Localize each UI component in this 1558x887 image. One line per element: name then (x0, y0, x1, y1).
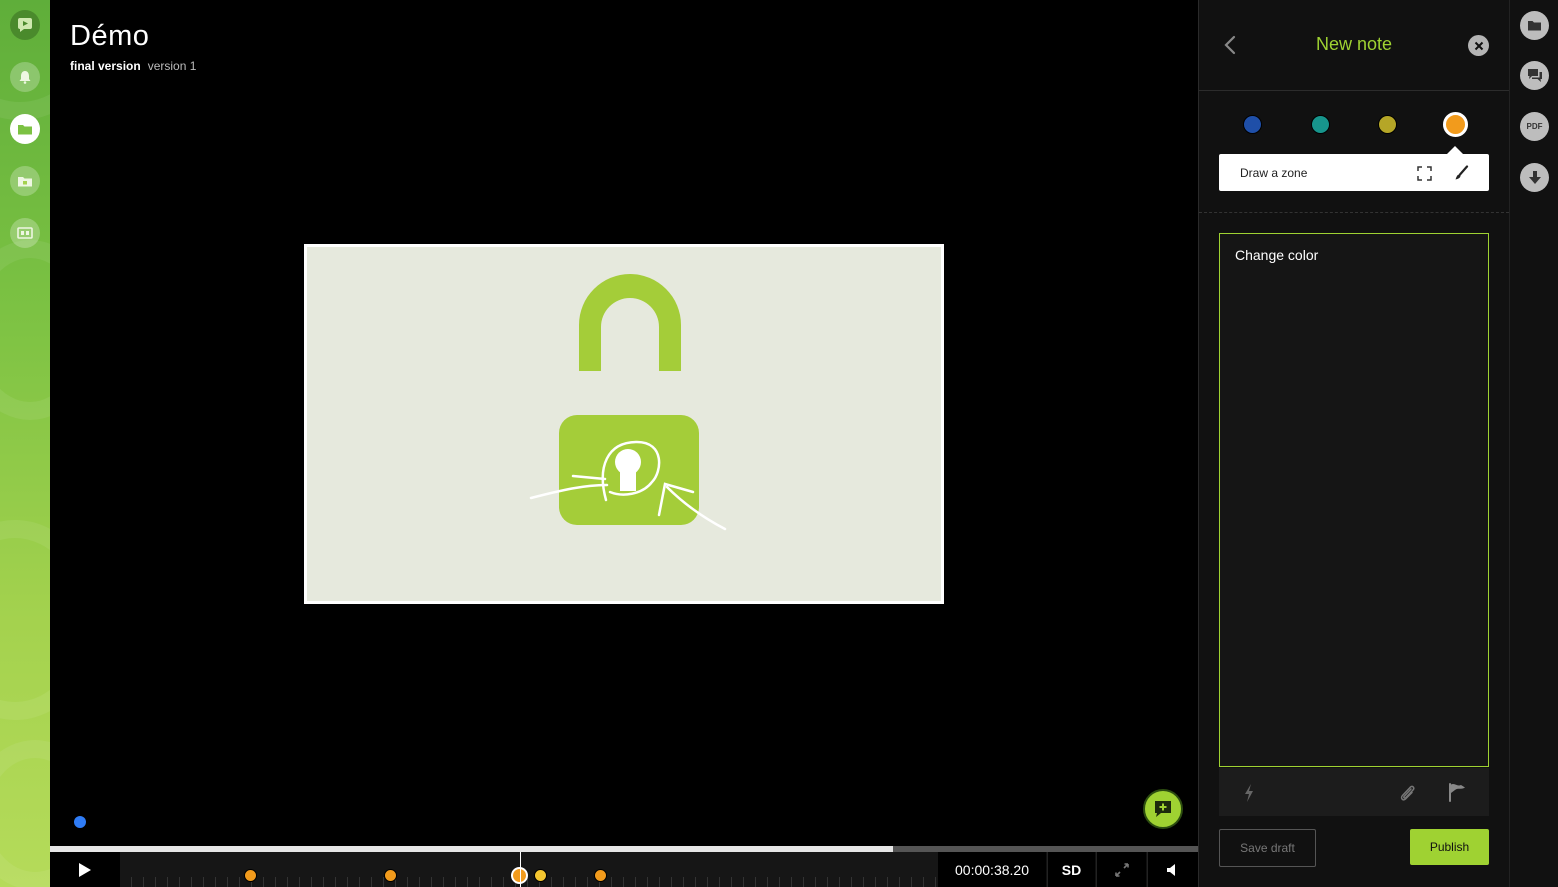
close-icon (1474, 41, 1483, 50)
expand-icon (1114, 862, 1129, 877)
flag-button[interactable] (1445, 780, 1469, 804)
screen-icon[interactable] (10, 218, 40, 248)
play-button[interactable] (50, 852, 120, 887)
timeline-scrubber[interactable] (120, 852, 938, 887)
fullscreen-button[interactable] (1096, 852, 1146, 887)
version-number[interactable]: version 1 (148, 59, 197, 73)
app-root: Démo final version version 1 00:00:38.20… (0, 0, 1558, 887)
color-swatch-olive[interactable] (1378, 115, 1397, 134)
note-marker[interactable] (384, 869, 397, 882)
folder-icon (1528, 21, 1541, 31)
color-swatch-blue[interactable] (1243, 115, 1262, 134)
user-presence-dot (74, 816, 86, 828)
flag-icon (1449, 783, 1465, 802)
project-title: Démo (70, 20, 150, 52)
note-toolbar (1219, 768, 1489, 816)
panel-title: New note (1315, 34, 1393, 54)
pdf-label: PDF (1526, 122, 1543, 131)
padlock-image (529, 274, 727, 531)
download-arrow-icon (1528, 171, 1541, 184)
freehand-brush-button[interactable] (1451, 163, 1471, 183)
color-swatch-teal[interactable] (1311, 115, 1330, 134)
color-swatch-orange[interactable] (1443, 112, 1468, 137)
play-icon (79, 862, 91, 877)
calendar-folder-icon[interactable] (10, 166, 40, 196)
volume-icon (1167, 863, 1175, 876)
save-draft-button[interactable]: Save draft (1219, 829, 1316, 867)
publish-button[interactable]: Publish (1410, 829, 1489, 865)
rectangle-zone-button[interactable] (1414, 163, 1434, 183)
note-marker[interactable] (534, 869, 547, 882)
video-frame[interactable] (304, 244, 944, 604)
player-timeline: 00:00:38.20 SD (50, 846, 1198, 887)
download-button[interactable] (1520, 163, 1549, 192)
timecode: 00:00:38.20 (938, 852, 1046, 887)
paperclip-icon (1400, 785, 1415, 801)
add-comment-icon (1155, 801, 1171, 817)
files-button[interactable] (1520, 11, 1549, 40)
export-pdf-button[interactable]: PDF (1520, 112, 1549, 141)
note-marker[interactable] (244, 869, 257, 882)
version-label: final version (70, 59, 141, 73)
brush-icon (1455, 165, 1469, 180)
add-note-button[interactable] (1143, 789, 1183, 829)
right-tool-rail: PDF (1509, 0, 1558, 887)
note-panel: New note Draw a zone Change color Save d… (1198, 0, 1509, 887)
note-text-field[interactable]: Change color (1219, 233, 1489, 767)
volume-button[interactable] (1147, 852, 1198, 887)
quality-toggle[interactable]: SD (1047, 852, 1095, 887)
left-app-rail (0, 0, 50, 887)
section-divider (1199, 212, 1509, 213)
draw-zone-label: Draw a zone (1240, 166, 1308, 180)
comments-icon (1527, 69, 1542, 82)
bell-icon[interactable] (10, 62, 40, 92)
app-logo-icon[interactable] (10, 10, 40, 40)
version-info: final version version 1 (70, 59, 196, 73)
draw-zone-toolbar: Draw a zone (1219, 154, 1489, 191)
attach-button[interactable] (1395, 781, 1419, 805)
close-button[interactable] (1468, 35, 1489, 56)
comments-button[interactable] (1520, 61, 1549, 90)
playhead[interactable] (520, 852, 521, 887)
note-marker[interactable] (594, 869, 607, 882)
priority-button[interactable] (1237, 781, 1261, 805)
rectangle-select-icon (1416, 165, 1432, 181)
note-panel-header: New note (1199, 0, 1509, 91)
folder-icon[interactable] (10, 114, 40, 144)
video-stage: Démo final version version 1 00:00:38.20… (50, 0, 1198, 887)
lightning-icon (1245, 784, 1253, 802)
selected-swatch-caret (1447, 146, 1463, 154)
